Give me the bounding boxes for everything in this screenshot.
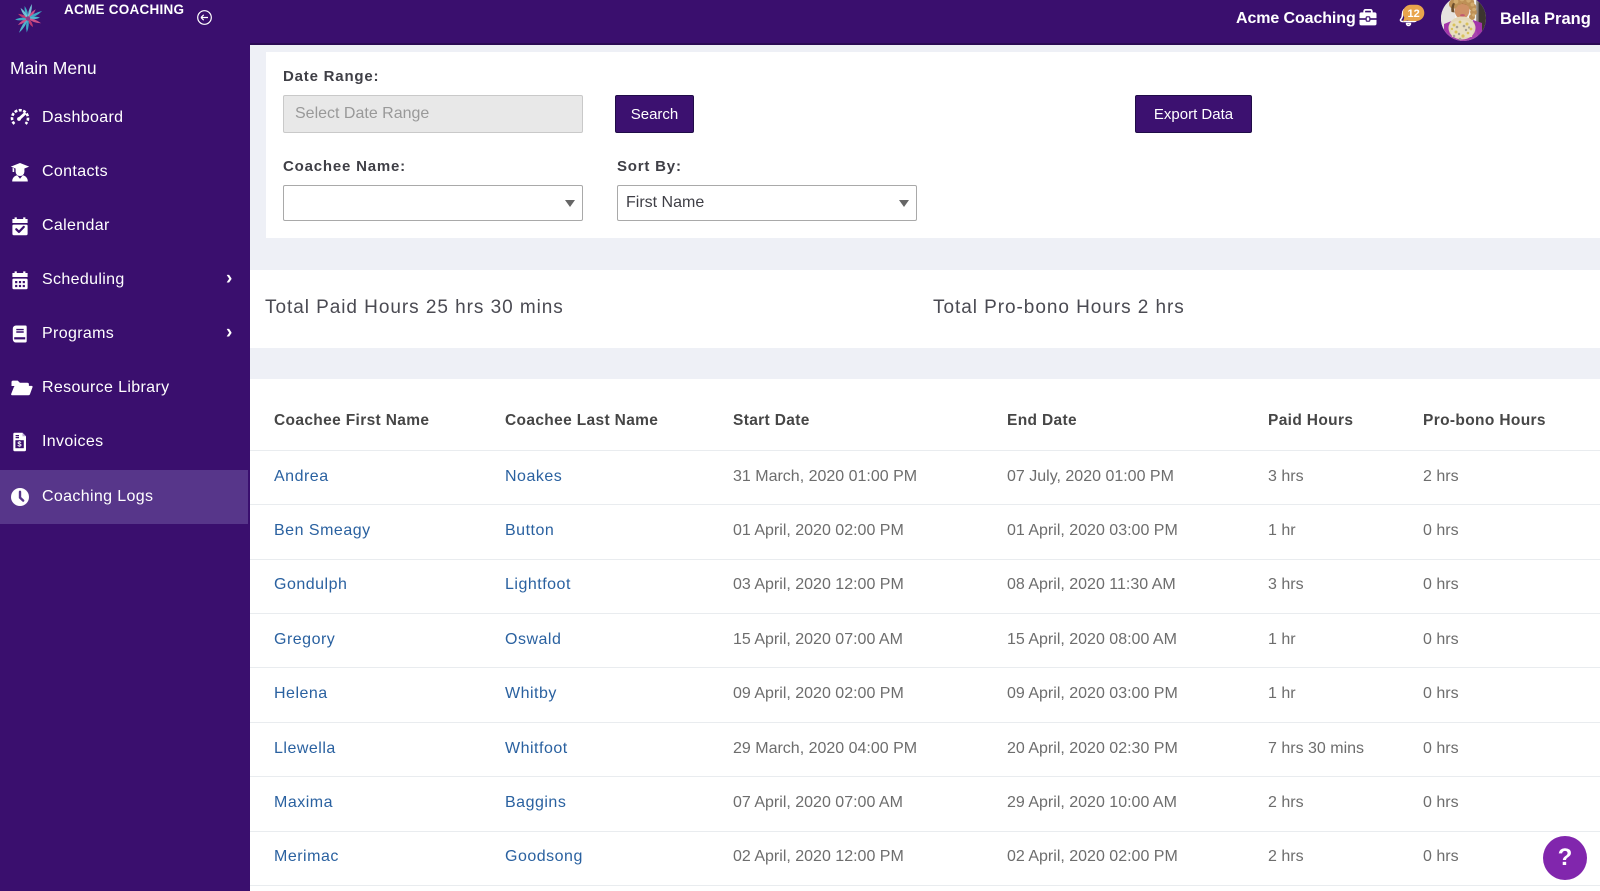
- svg-text:$: $: [17, 440, 22, 449]
- svg-text:12: 12: [1407, 8, 1419, 20]
